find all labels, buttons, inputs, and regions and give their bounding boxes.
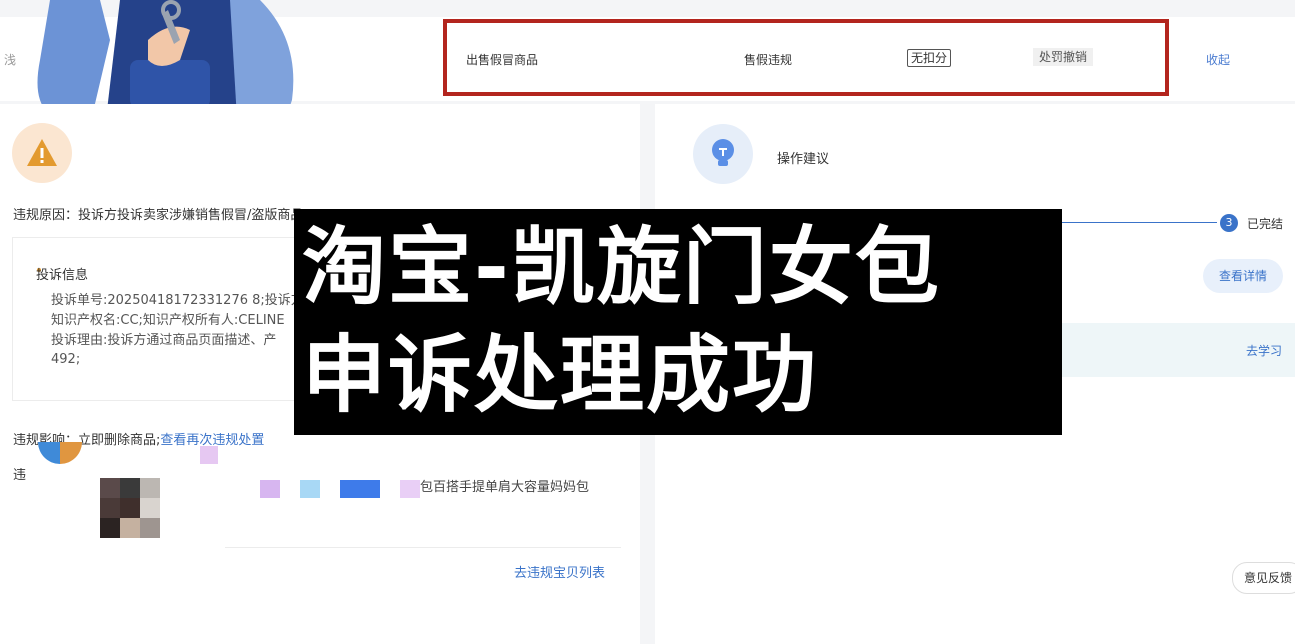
warning-badge bbox=[12, 123, 72, 183]
chart-fragment bbox=[38, 442, 82, 464]
view-details-button[interactable]: 查看详情 bbox=[1203, 259, 1283, 293]
divider bbox=[225, 547, 621, 548]
violating-goods-list-link[interactable]: 去违规宝贝列表 bbox=[514, 562, 605, 581]
complaint-info-title: 投诉信息 bbox=[36, 268, 89, 283]
product-thumbnail[interactable] bbox=[100, 478, 160, 538]
redaction-block bbox=[260, 480, 280, 498]
complaint-number-line: 投诉单号:20250418172331276 8;投诉方 bbox=[51, 293, 304, 308]
advice-title: 操作建议 bbox=[777, 152, 830, 167]
go-learn-link[interactable]: 去学习 bbox=[1246, 342, 1282, 359]
step-number: 3 bbox=[1220, 214, 1238, 232]
truncated-label: 违 bbox=[13, 468, 27, 483]
status-badge: 处罚撤销 bbox=[1033, 48, 1094, 66]
lightbulb-icon bbox=[712, 139, 734, 166]
feedback-button[interactable]: 意见反馈 bbox=[1232, 562, 1295, 594]
complaint-reason-line: 投诉理由:投诉方通过商品页面描述、产 bbox=[51, 333, 277, 348]
collapse-link[interactable]: 收起 bbox=[1206, 51, 1230, 68]
truncated-text: 浅 bbox=[4, 53, 17, 67]
warning-icon bbox=[27, 139, 57, 166]
redaction-block bbox=[340, 480, 380, 498]
advice-badge bbox=[693, 124, 753, 184]
step-label: 已完结 bbox=[1247, 217, 1284, 231]
points-badge: 无扣分 bbox=[907, 49, 952, 67]
violation-type: 售假违规 bbox=[744, 53, 793, 67]
violation-reason-label: 违规原因：投诉方投诉卖家涉嫌销售假冒/盗版商品 bbox=[13, 208, 304, 223]
redaction-block bbox=[200, 446, 218, 464]
caption-line-2: 申诉处理成功 bbox=[302, 326, 819, 424]
complaint-reason-tail: 492; bbox=[51, 352, 81, 367]
caption-overlay: 淘宝-凯旋门女包 申诉处理成功 bbox=[294, 209, 1062, 435]
violation-reason: 出售假冒商品 bbox=[466, 53, 539, 67]
redaction-block bbox=[300, 480, 320, 498]
product-title[interactable]: 包百搭手提单肩大容量妈妈包 bbox=[420, 476, 589, 495]
caption-line-1: 淘宝-凯旋门女包 bbox=[302, 218, 941, 316]
impact-text: 立即删除商品; bbox=[78, 433, 161, 448]
redaction-block bbox=[400, 480, 420, 498]
ip-owner-line: 知识产权名:CC;知识产权所有人:CELINE bbox=[51, 313, 285, 328]
